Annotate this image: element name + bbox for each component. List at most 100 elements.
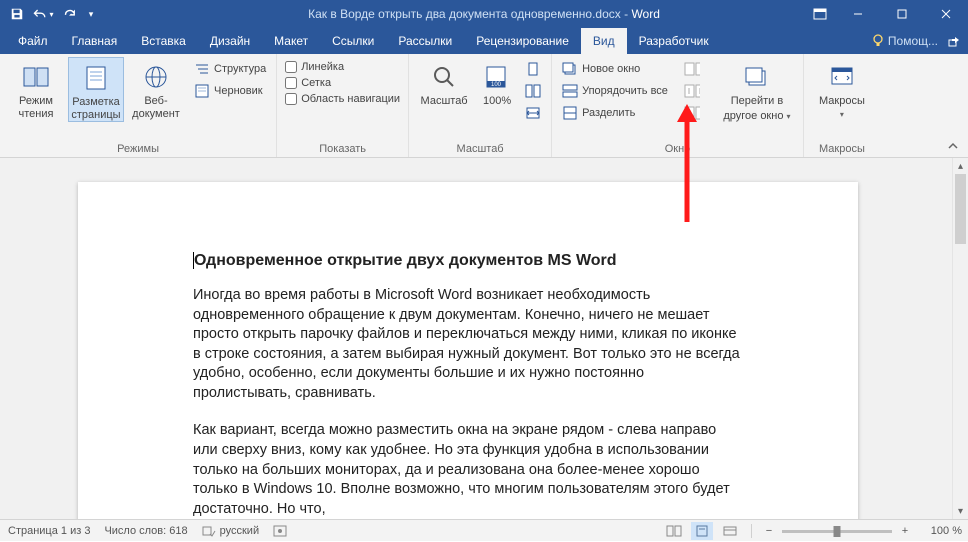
zoom-label: Масштаб bbox=[421, 95, 468, 108]
sync-scroll-button[interactable] bbox=[682, 81, 702, 101]
tab-review[interactable]: Рецензирование bbox=[464, 28, 581, 54]
maximize-button[interactable] bbox=[880, 0, 924, 28]
group-macros: Макросы ▾ Макросы bbox=[804, 54, 880, 157]
view-side-by-side-button[interactable] bbox=[682, 59, 702, 79]
window-title: Как в Ворде открыть два документа одновр… bbox=[308, 7, 660, 21]
view-read-mode[interactable] bbox=[663, 522, 685, 540]
macros-icon bbox=[826, 61, 858, 93]
zoom-out-button[interactable]: − bbox=[762, 525, 776, 537]
macros-label: Макросы bbox=[819, 95, 865, 108]
switch-windows-label1: Перейти в bbox=[731, 95, 784, 108]
magnifier-icon bbox=[428, 61, 460, 93]
page-width-icon bbox=[525, 105, 541, 121]
macros-button[interactable]: Макросы ▾ bbox=[812, 57, 872, 119]
status-page[interactable]: Страница 1 из 3 bbox=[8, 525, 90, 537]
web-layout-button[interactable]: Веб-документ bbox=[128, 57, 184, 120]
zoom-percentage[interactable]: 100 % bbox=[918, 525, 962, 537]
read-mode-button[interactable]: Режим чтения bbox=[8, 57, 64, 120]
collapse-ribbon-button[interactable] bbox=[944, 139, 962, 155]
tell-me-label: Помощ... bbox=[888, 34, 938, 48]
undo-icon[interactable]: ▾ bbox=[32, 3, 54, 25]
ribbon-display-options-icon[interactable] bbox=[804, 0, 836, 28]
tab-references[interactable]: Ссылки bbox=[320, 28, 386, 54]
save-icon[interactable] bbox=[6, 3, 28, 25]
tab-view[interactable]: Вид bbox=[581, 28, 627, 54]
draft-icon bbox=[194, 83, 210, 99]
minimize-button[interactable] bbox=[836, 0, 880, 28]
switch-windows-icon bbox=[741, 61, 773, 93]
tab-mailings[interactable]: Рассылки bbox=[386, 28, 464, 54]
group-window: Новое окно Упорядочить все Разделить Пер… bbox=[552, 54, 804, 157]
tab-insert[interactable]: Вставка bbox=[129, 28, 198, 54]
outline-icon bbox=[194, 61, 210, 77]
view-web-layout[interactable] bbox=[719, 522, 741, 540]
draft-label: Черновик bbox=[214, 85, 263, 97]
multiple-pages-icon bbox=[525, 83, 541, 99]
document-area[interactable]: Одновременное открытие двух документов M… bbox=[0, 158, 952, 519]
share-button[interactable] bbox=[944, 28, 964, 54]
tab-developer[interactable]: Разработчик bbox=[627, 28, 721, 54]
svg-text:100: 100 bbox=[491, 82, 502, 88]
document-page[interactable]: Одновременное открытие двух документов M… bbox=[78, 182, 858, 519]
switch-windows-button[interactable]: Перейти в другое окно ▾ bbox=[719, 57, 795, 122]
zoom-100-icon: 100 bbox=[481, 61, 513, 93]
zoom-slider[interactable] bbox=[782, 530, 892, 533]
scroll-up-icon[interactable]: ▴ bbox=[953, 158, 968, 174]
tab-design[interactable]: Дизайн bbox=[198, 28, 262, 54]
doc-paragraph: Иногда во время работы в Microsoft Word … bbox=[193, 286, 743, 403]
arrange-all-button[interactable]: Упорядочить все bbox=[560, 81, 670, 101]
print-layout-icon bbox=[80, 62, 112, 94]
title-bar: ▾ ▾ Как в Ворде открыть два документа од… bbox=[0, 0, 968, 28]
split-icon bbox=[562, 105, 578, 121]
ribbon: Режим чтения Разметка страницы Веб-докум… bbox=[0, 54, 968, 158]
reset-window-button[interactable] bbox=[682, 103, 702, 123]
redo-icon[interactable] bbox=[58, 3, 80, 25]
group-views-label: Режимы bbox=[8, 143, 268, 157]
arrange-all-icon bbox=[562, 83, 578, 99]
vertical-scrollbar[interactable]: ▴ ▾ bbox=[952, 158, 968, 519]
read-mode-label: Режим чтения bbox=[8, 95, 64, 120]
group-show-label: Показать bbox=[285, 143, 400, 157]
multiple-pages-button[interactable] bbox=[523, 81, 543, 101]
tab-layout[interactable]: Макет bbox=[262, 28, 320, 54]
group-show: Линейка Сетка Область навигации Показать bbox=[277, 54, 409, 157]
spellcheck-icon bbox=[202, 525, 216, 537]
status-word-count[interactable]: Число слов: 618 bbox=[104, 525, 187, 537]
scroll-down-icon[interactable]: ▾ bbox=[953, 503, 968, 519]
one-page-button[interactable] bbox=[523, 59, 543, 79]
print-layout-label: Разметка страницы bbox=[69, 96, 123, 121]
sync-scroll-icon bbox=[684, 83, 700, 99]
draft-button[interactable]: Черновик bbox=[192, 81, 268, 101]
tell-me[interactable]: Помощ... bbox=[872, 34, 938, 48]
scrollbar-thumb[interactable] bbox=[955, 174, 966, 244]
quick-access-toolbar: ▾ ▾ bbox=[0, 3, 98, 25]
page-width-button[interactable] bbox=[523, 103, 543, 123]
new-window-icon bbox=[562, 61, 578, 77]
zoom-button[interactable]: Масштаб bbox=[417, 57, 471, 108]
zoom-100-label: 100% bbox=[483, 95, 511, 108]
group-zoom: Масштаб 100 100% Масштаб bbox=[409, 54, 552, 157]
tab-file[interactable]: Файл bbox=[6, 28, 60, 54]
view-print-layout[interactable] bbox=[691, 522, 713, 540]
close-button[interactable] bbox=[924, 0, 968, 28]
doc-paragraph: Как вариант, всегда можно разместить окн… bbox=[193, 421, 743, 519]
split-button[interactable]: Разделить bbox=[560, 103, 670, 123]
print-layout-button[interactable]: Разметка страницы bbox=[68, 57, 124, 122]
zoom-100-button[interactable]: 100 100% bbox=[475, 57, 519, 108]
doc-heading: Одновременное открытие двух документов M… bbox=[193, 252, 743, 270]
new-window-button[interactable]: Новое окно bbox=[560, 59, 670, 79]
ribbon-tabs: Файл Главная Вставка Дизайн Макет Ссылки… bbox=[0, 28, 968, 54]
app-name: Word bbox=[631, 7, 659, 21]
ruler-checkbox[interactable]: Линейка bbox=[285, 61, 400, 73]
zoom-in-button[interactable]: + bbox=[898, 525, 912, 537]
qat-customize-icon[interactable]: ▾ bbox=[84, 3, 98, 25]
gridlines-checkbox[interactable]: Сетка bbox=[285, 77, 400, 89]
tab-home[interactable]: Главная bbox=[60, 28, 130, 54]
outline-button[interactable]: Структура bbox=[192, 59, 268, 79]
chevron-down-icon: ▾ bbox=[840, 110, 844, 119]
group-views: Режим чтения Разметка страницы Веб-докум… bbox=[0, 54, 277, 157]
status-language[interactable]: русский bbox=[202, 525, 259, 537]
outline-label: Структура bbox=[214, 63, 266, 75]
navigation-pane-checkbox[interactable]: Область навигации bbox=[285, 93, 400, 105]
status-macro-record[interactable] bbox=[273, 525, 287, 537]
